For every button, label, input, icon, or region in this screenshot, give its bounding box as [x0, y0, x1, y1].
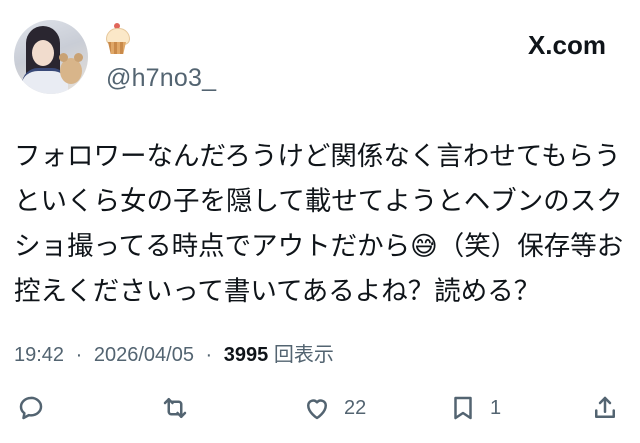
views-count: 3995 [223, 344, 269, 366]
bookmark-count: 1 [490, 396, 502, 419]
bookmark-icon [454, 396, 472, 420]
meta-separator: · [205, 344, 213, 366]
tweet-text: フォロワーなんだろうけど関係なく言わせてもらうといくら女の子を隠して載せてようと… [14, 141, 624, 307]
cupcake-cup [108, 42, 126, 54]
reply-icon [19, 396, 43, 420]
x-logo: X.com [527, 30, 606, 60]
tweet-meta: 19:42 · 2026/04/05 · 3995 回表示 [14, 338, 334, 367]
meta-separator: · [75, 344, 83, 366]
retweet-button[interactable] [160, 388, 190, 428]
avatar-teddy-bear [59, 53, 83, 84]
tweet-time[interactable]: 19:42 [14, 344, 64, 366]
reply-button[interactable] [16, 388, 46, 428]
tweet-date[interactable]: 2026/04/05 [94, 344, 194, 366]
action-bar: 22 1 [0, 388, 640, 428]
user-handle[interactable]: @h7no3_ [106, 64, 216, 93]
views-label: 回表示 [273, 344, 334, 366]
avatar[interactable] [14, 20, 88, 94]
retweet-icon [163, 398, 187, 418]
share-button[interactable] [590, 388, 620, 428]
bookmark-button[interactable]: 1 [448, 388, 501, 428]
like-count: 22 [344, 396, 367, 419]
like-button[interactable]: 22 [302, 388, 366, 428]
avatar-face [32, 40, 54, 66]
share-icon [595, 396, 615, 418]
cupcake-icon [104, 23, 130, 56]
heart-icon [307, 399, 327, 420]
